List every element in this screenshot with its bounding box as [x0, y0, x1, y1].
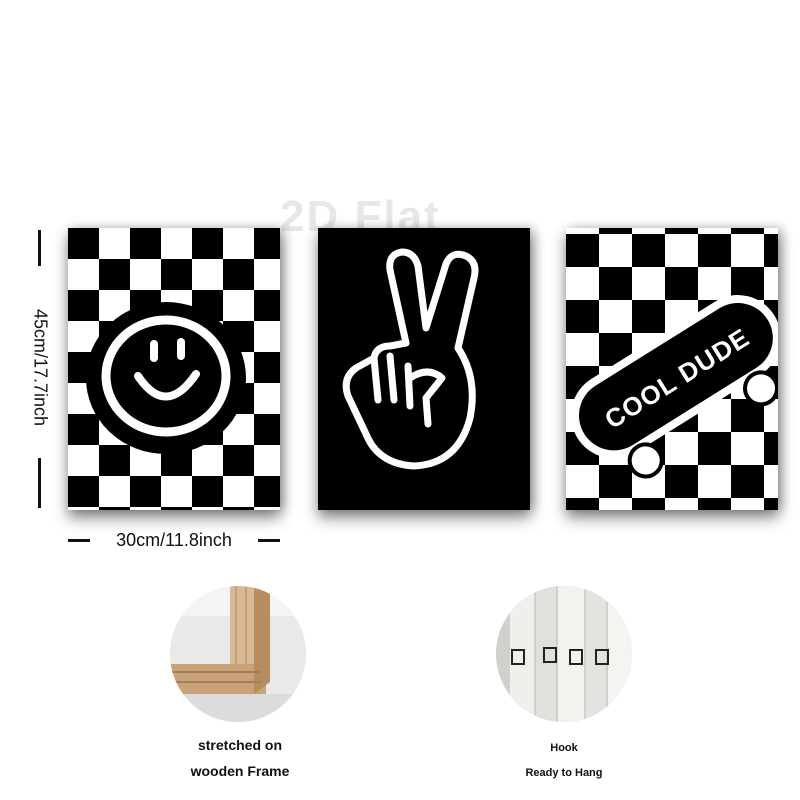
checker-square: [99, 259, 130, 290]
checker-square: [99, 445, 130, 476]
height-marker-top: [38, 230, 41, 266]
smiley-artwork: [68, 228, 280, 510]
hooks-caption: Hook Ready to Hang: [494, 736, 634, 786]
wooden-frame-photo: [170, 586, 306, 722]
checker-square: [130, 228, 161, 259]
smiley-icon: [86, 302, 246, 454]
width-marker-left: [68, 539, 90, 542]
checker-square: [665, 228, 698, 234]
checker-square: [161, 259, 192, 290]
checker-square: [161, 507, 192, 510]
painting-smiley: [68, 228, 280, 510]
checker-square: [68, 414, 99, 445]
hooks-image: [496, 586, 632, 722]
checker-square: [599, 267, 632, 300]
checker-square: [665, 465, 698, 498]
hooks-photo: [496, 586, 632, 722]
checker-square: [764, 234, 778, 267]
checker-square: [632, 300, 665, 333]
checker-square: [68, 476, 99, 507]
width-label: 30cm/11.8inch: [116, 530, 232, 550]
checker-square: [68, 228, 99, 259]
checker-square: [599, 228, 632, 234]
checker-square: [599, 465, 632, 498]
width-marker-right: [258, 539, 280, 542]
checker-square: [254, 414, 280, 445]
peace-hand-artwork: [318, 228, 530, 510]
caption-line: Hook: [550, 742, 578, 754]
checker-square: [223, 445, 254, 476]
checker-square: [223, 259, 254, 290]
checker-square: [665, 267, 698, 300]
checker-square: [632, 498, 665, 510]
checker-square: [698, 498, 731, 510]
checker-square: [566, 300, 599, 333]
checker-square: [254, 290, 280, 321]
checker-square: [254, 352, 280, 383]
checker-square: [632, 234, 665, 267]
checker-square: [192, 228, 223, 259]
caption-line: wooden Frame: [190, 763, 290, 779]
checker-square: [68, 290, 99, 321]
painting-skateboard: COOL DUDE: [566, 228, 778, 510]
height-marker-bottom: [38, 458, 41, 508]
skateboard-artwork: COOL DUDE: [566, 228, 778, 510]
caption-line: stretched on: [197, 737, 282, 753]
caption-line: Ready to Hang: [525, 767, 603, 779]
checker-square: [698, 234, 731, 267]
checker-square: [731, 465, 764, 498]
checker-square: [698, 432, 731, 465]
checker-square: [731, 267, 764, 300]
checker-square: [254, 476, 280, 507]
checker-square: [566, 234, 599, 267]
height-label: 45cm/17.7inch: [30, 308, 51, 427]
checker-square: [99, 507, 130, 510]
checker-square: [731, 228, 764, 234]
painting-peace-hand: [318, 228, 530, 510]
checker-square: [254, 228, 280, 259]
checker-square: [764, 498, 778, 510]
checker-square: [130, 476, 161, 507]
wooden-frame-caption: stretched on wooden Frame: [150, 732, 330, 784]
checker-square: [223, 507, 254, 510]
checker-square: [566, 498, 599, 510]
wooden-frame-image: [170, 586, 306, 722]
checker-square: [764, 432, 778, 465]
checker-square: [192, 476, 223, 507]
